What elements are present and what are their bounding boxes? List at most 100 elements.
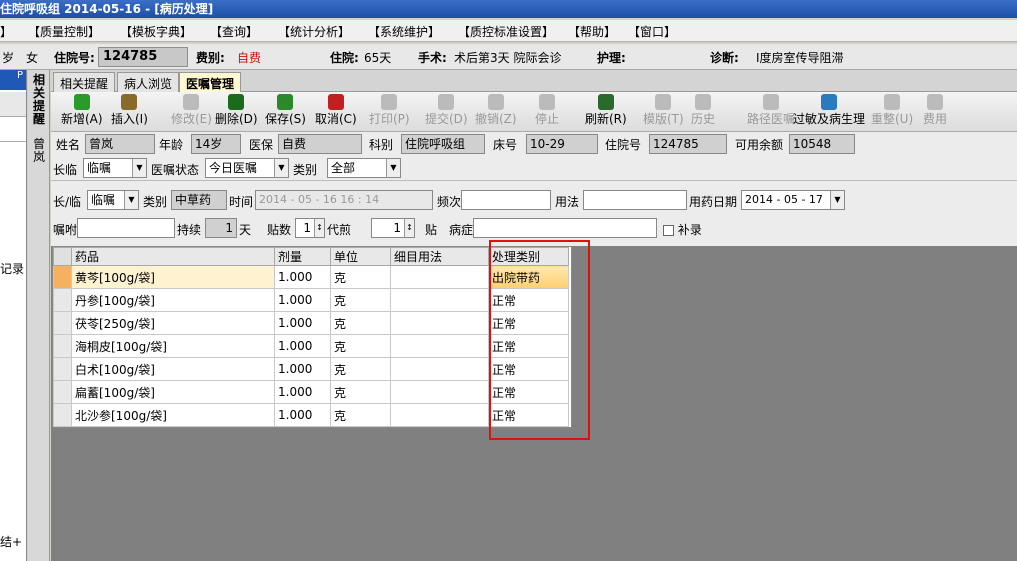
submit-icon — [438, 94, 455, 110]
cell-unit[interactable]: 克 — [330, 311, 391, 335]
vtab-patient[interactable]: 曾岚 — [30, 138, 48, 164]
entry-instruction-field[interactable] — [77, 218, 175, 238]
chevron-down-icon[interactable]: ▼ — [274, 159, 288, 177]
cell-usage[interactable] — [390, 288, 489, 312]
chevron-down-icon[interactable]: ▼ — [386, 159, 400, 177]
entry-longtemp-label: 长/临 — [53, 195, 82, 209]
row-header[interactable] — [53, 357, 72, 381]
cell-unit[interactable]: 克 — [330, 288, 391, 312]
row-header[interactable] — [53, 403, 72, 427]
toolbar-button-4[interactable]: 保存(S) — [265, 94, 306, 127]
cell-usage[interactable] — [390, 265, 489, 289]
cell-drug[interactable]: 扁蓄[100g/袋] — [71, 380, 275, 404]
longtemp-select[interactable]: 临嘱 ▼ — [83, 158, 147, 178]
cell-drug[interactable]: 北沙参[100g/袋] — [71, 403, 275, 427]
cell-usage[interactable] — [390, 357, 489, 381]
toolbar-button-6[interactable]: 打印(P) — [369, 94, 410, 127]
cell-drug[interactable]: 海桐皮[100g/袋] — [71, 334, 275, 358]
row-header[interactable] — [53, 334, 72, 358]
menu-item[interactable]: 【帮助】 — [568, 23, 616, 40]
menu-item[interactable]: 【模板字典】 — [120, 23, 192, 40]
status-select[interactable]: 今日医嘱 ▼ — [205, 158, 289, 178]
col-dose[interactable]: 剂量 — [274, 247, 331, 266]
tab-order-management[interactable]: 医嘱管理 — [179, 72, 242, 92]
entry-longtemp-select[interactable]: 临嘱 ▼ — [87, 190, 139, 210]
cell-unit[interactable]: 克 — [330, 357, 391, 381]
toolbar-button-14[interactable]: 过敏及病生理 — [793, 94, 865, 127]
menu-item[interactable]: 【窗口】 — [628, 23, 676, 40]
entry-freq-label: 频次 — [437, 195, 462, 209]
cell-drug[interactable]: 茯苓[250g/袋] — [71, 311, 275, 335]
toolbar-button-7[interactable]: 提交(D) — [425, 94, 468, 127]
row-header[interactable] — [53, 311, 72, 335]
spinner-icon[interactable]: ↕ — [404, 219, 414, 237]
menu-item[interactable]: 【质量控制】 — [28, 23, 100, 40]
entry-disease-field[interactable] — [473, 218, 657, 238]
cell-unit[interactable]: 克 — [330, 403, 391, 427]
col-unit[interactable]: 单位 — [330, 247, 391, 266]
toolbar-button-10[interactable]: 刷新(R) — [585, 94, 627, 127]
row-header[interactable] — [53, 380, 72, 404]
entry-date-field[interactable]: 2014 - 05 - 17 ▼ — [741, 190, 845, 210]
pin-button[interactable]: P — [0, 70, 26, 90]
toolbar-button-5[interactable]: 取消(C) — [315, 94, 357, 127]
cell-usage[interactable] — [390, 334, 489, 358]
toolbar-button-16[interactable]: 费用 — [923, 94, 947, 127]
toolbar-button-2[interactable]: 修改(E) — [171, 94, 212, 127]
entry-decoct-field[interactable]: 1 ↕ — [371, 218, 415, 238]
chevron-down-icon[interactable]: ▼ — [830, 191, 844, 209]
toolbar-button-3[interactable]: 删除(D) — [215, 94, 258, 127]
toolbar-button-8[interactable]: 撤销(Z) — [475, 94, 517, 127]
cell-drug[interactable]: 黄芩[100g/袋] — [71, 265, 275, 289]
menu-item[interactable]: 【统计分析】 — [278, 23, 350, 40]
menu-item[interactable]: 】 — [0, 23, 12, 40]
cell-dose[interactable]: 1.000 — [274, 357, 331, 381]
status-label: 医嘱状态 — [151, 163, 200, 177]
cell-unit[interactable]: 克 — [330, 380, 391, 404]
toolbar-button-15[interactable]: 重整(U) — [871, 94, 913, 127]
menu-item[interactable]: 【系统维护】 — [368, 23, 440, 40]
cell-usage[interactable] — [390, 403, 489, 427]
supplement-checkbox[interactable]: 补录 — [663, 221, 702, 238]
tab-patient-browse[interactable]: 病人浏览 — [117, 72, 180, 92]
spinner-icon[interactable]: ↕ — [314, 219, 324, 237]
toolbar-button-13[interactable]: 路径医嘱 — [747, 94, 795, 127]
menu-item[interactable]: 【质控标准设置】 — [458, 23, 554, 40]
pin-icon: P — [16, 70, 23, 81]
toolbar-button-12[interactable]: 历史 — [691, 94, 715, 127]
category-select[interactable]: 全部 ▼ — [327, 158, 401, 178]
cell-usage[interactable] — [390, 311, 489, 335]
chevron-down-icon[interactable]: ▼ — [124, 191, 138, 209]
entry-doses-field[interactable]: 1 ↕ — [295, 218, 325, 238]
row-header[interactable] — [53, 288, 72, 312]
chevron-down-icon[interactable]: ▼ — [132, 159, 146, 177]
cell-drug[interactable]: 白术[100g/袋] — [71, 357, 275, 381]
select-all-cell[interactable] — [53, 247, 72, 266]
row-header[interactable] — [53, 265, 72, 289]
toolbar-button-0[interactable]: 新增(A) — [61, 94, 103, 127]
entry-usage-field[interactable] — [583, 190, 687, 210]
cell-dose[interactable]: 1.000 — [274, 380, 331, 404]
toolbar-button-11[interactable]: 模版(T) — [643, 94, 684, 127]
menu-item[interactable]: 【查询】 — [210, 23, 258, 40]
entry-freq-field[interactable] — [461, 190, 551, 210]
checkbox-icon[interactable] — [663, 225, 674, 236]
cell-unit[interactable]: 克 — [330, 265, 391, 289]
cell-dose[interactable]: 1.000 — [274, 334, 331, 358]
cell-dose[interactable]: 1.000 — [274, 288, 331, 312]
cell-dose[interactable]: 1.000 — [274, 403, 331, 427]
cell-unit[interactable]: 克 — [330, 334, 391, 358]
tab-reminder[interactable]: 相关提醒 — [53, 72, 116, 92]
entry-time-field[interactable]: 2014 - 05 - 16 16 : 14 — [255, 190, 433, 210]
cell-dose[interactable]: 1.000 — [274, 265, 331, 289]
cell-usage[interactable] — [390, 380, 489, 404]
toolbar-button-label: 插入(I) — [111, 112, 148, 126]
col-drug[interactable]: 药品 — [71, 247, 275, 266]
toolbar-button-1[interactable]: 插入(I) — [111, 94, 148, 127]
toolbar-button-9[interactable]: 停止 — [535, 94, 559, 127]
fee-icon — [927, 94, 943, 110]
col-usage[interactable]: 细目用法 — [390, 247, 489, 266]
cell-drug[interactable]: 丹参[100g/袋] — [71, 288, 275, 312]
cell-dose[interactable]: 1.000 — [274, 311, 331, 335]
vtab-reminder[interactable]: 相关提醒 — [30, 74, 48, 126]
